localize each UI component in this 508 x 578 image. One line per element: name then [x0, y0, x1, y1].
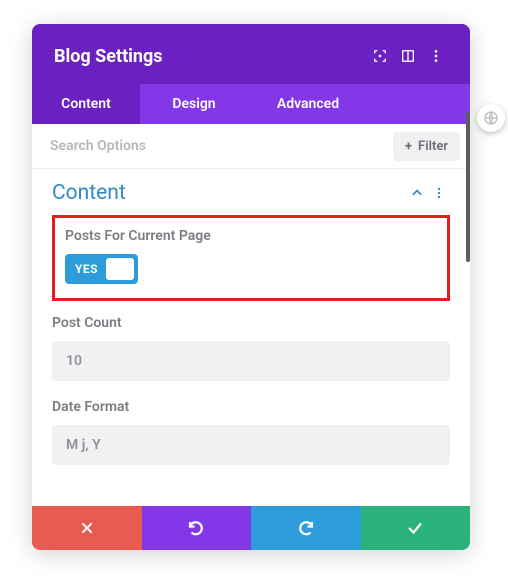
post-count-input[interactable]: 10 — [52, 341, 450, 381]
date-format-label: Date Format — [52, 399, 450, 415]
date-format-input[interactable]: M j, Y — [52, 425, 450, 465]
kebab-menu-icon[interactable] — [422, 42, 450, 70]
filter-label: Filter — [418, 139, 448, 154]
search-input[interactable]: Search Options — [32, 124, 393, 168]
posts-current-page-toggle[interactable]: YES — [65, 254, 138, 284]
post-count-label: Post Count — [52, 315, 450, 331]
cancel-button[interactable] — [32, 506, 142, 550]
globe-icon[interactable] — [477, 104, 505, 132]
collapse-icon[interactable] — [406, 182, 428, 204]
post-count-field: Post Count 10 — [52, 315, 450, 381]
footer-actions — [32, 506, 470, 550]
tab-content[interactable]: Content — [32, 84, 140, 124]
toggle-text: YES — [75, 262, 98, 276]
date-format-field: Date Format M j, Y — [52, 399, 450, 465]
check-icon — [406, 519, 424, 537]
tab-bar: Content Design Advanced — [32, 84, 470, 124]
highlight-box: Posts For Current Page YES — [52, 215, 450, 301]
section-header: Content — [52, 175, 450, 215]
redo-icon — [297, 519, 315, 537]
expand-icon[interactable] — [366, 42, 394, 70]
tab-advanced[interactable]: Advanced — [248, 84, 368, 124]
undo-icon — [187, 519, 205, 537]
plus-icon: + — [405, 139, 412, 154]
tab-design[interactable]: Design — [140, 84, 248, 124]
blog-settings-modal: Blog Settings Content Design Advanced Se… — [32, 24, 470, 550]
posts-current-page-label: Posts For Current Page — [65, 228, 437, 244]
close-icon — [79, 520, 95, 536]
redo-button[interactable] — [251, 506, 361, 550]
search-bar: Search Options + Filter — [32, 124, 470, 169]
filter-button[interactable]: + Filter — [393, 132, 460, 161]
save-button[interactable] — [361, 506, 471, 550]
layout-icon[interactable] — [394, 42, 422, 70]
undo-button[interactable] — [142, 506, 252, 550]
settings-body: Content Posts For Current Page YES Post … — [32, 169, 470, 506]
section-kebab-icon[interactable] — [428, 182, 450, 204]
section-title: Content — [52, 181, 406, 205]
scrollbar[interactable] — [466, 112, 470, 262]
modal-header: Blog Settings — [32, 24, 470, 84]
toggle-knob — [106, 258, 134, 280]
modal-title: Blog Settings — [54, 46, 366, 67]
